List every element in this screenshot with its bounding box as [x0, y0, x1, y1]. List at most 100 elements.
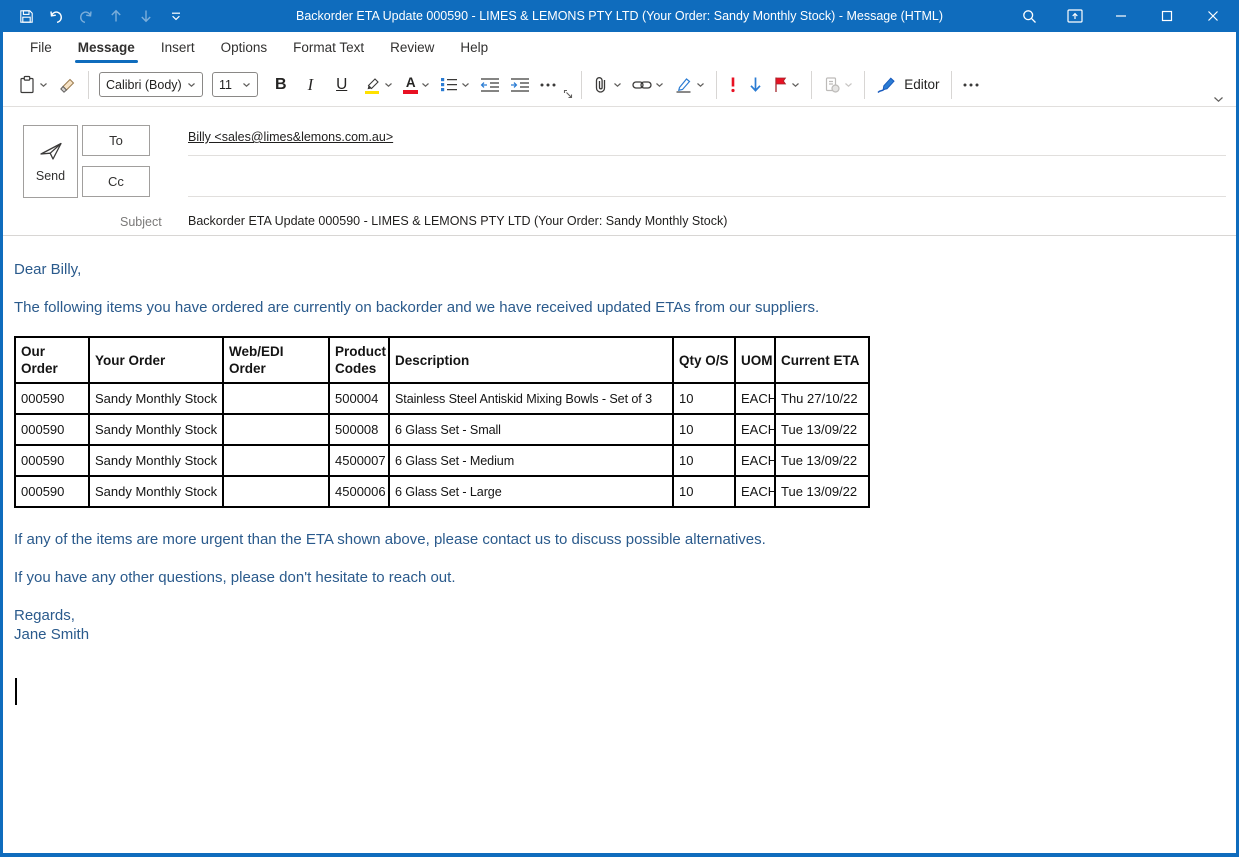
intro-text: The following items you have ordered are… [14, 298, 1225, 317]
save-icon [19, 9, 34, 24]
redo-button[interactable] [73, 3, 99, 29]
col-uom: UOM [735, 337, 775, 383]
window-controls [1006, 0, 1236, 32]
font-color-button[interactable]: A [398, 70, 435, 100]
chevron-down-icon [461, 82, 470, 88]
cc-button[interactable]: Cc [82, 166, 150, 197]
signature-text: Jane Smith [14, 625, 1225, 644]
attach-file-button[interactable] [588, 70, 627, 100]
cc-field[interactable] [188, 165, 1226, 197]
search-button[interactable] [1006, 0, 1052, 32]
highlight-icon [363, 76, 381, 94]
italic-button[interactable]: I [300, 70, 322, 100]
sensitivity-icon [823, 76, 841, 94]
urgent-note-text: If any of the items are more urgent than… [14, 530, 1225, 549]
increase-indent-button[interactable] [505, 70, 535, 100]
more-paragraph-icon [540, 83, 556, 87]
tab-format-text[interactable]: Format Text [280, 32, 377, 63]
cell-your-order: Sandy Monthly Stock [89, 383, 223, 414]
table-row: 000590 Sandy Monthly Stock 4500007 6 Gla… [15, 445, 869, 476]
follow-up-flag-icon [773, 76, 788, 93]
editor-button[interactable]: Editor [871, 70, 944, 100]
customize-quick-access-button[interactable] [163, 3, 189, 29]
minimize-icon [1115, 10, 1127, 22]
undo-icon [48, 9, 64, 24]
more-paragraph-options-button[interactable] [535, 70, 561, 100]
send-label: Send [36, 169, 65, 183]
cell-uom: EACH [735, 414, 775, 445]
tab-file[interactable]: File [17, 32, 65, 63]
cell-web-edi-order [223, 445, 329, 476]
text-highlight-button[interactable] [358, 70, 398, 100]
follow-up-flag-button[interactable] [768, 70, 805, 100]
move-up-icon [109, 9, 123, 23]
move-up-button[interactable] [103, 3, 129, 29]
high-importance-button[interactable] [723, 70, 743, 100]
format-painter-icon [58, 76, 77, 94]
move-down-button[interactable] [133, 3, 159, 29]
cell-uom: EACH [735, 445, 775, 476]
signoff-text: Regards, [14, 606, 1225, 625]
paste-button[interactable] [13, 70, 53, 100]
link-button[interactable] [627, 70, 669, 100]
subject-field[interactable]: Backorder ETA Update 000590 - LIMES & LE… [188, 214, 1226, 228]
cell-web-edi-order [223, 476, 329, 507]
table-header-row: Our Order Your Order Web/EDI Order Produ… [15, 337, 869, 383]
chevron-down-icon [421, 82, 430, 88]
bold-button[interactable]: B [270, 70, 292, 100]
ribbon-display-options-button[interactable] [1052, 0, 1098, 32]
signature-button[interactable] [669, 70, 710, 100]
tab-options[interactable]: Options [208, 32, 281, 63]
message-header: Send To Cc Billy <sales@limes&lemons.com… [3, 107, 1236, 236]
minimize-button[interactable] [1098, 0, 1144, 32]
cell-web-edi-order [223, 414, 329, 445]
redo-icon [78, 9, 94, 24]
collapse-ribbon-icon [1213, 96, 1224, 103]
to-field[interactable]: Billy <sales@limes&lemons.com.au> [188, 124, 1226, 156]
chevron-down-icon [242, 82, 251, 88]
font-name-combobox[interactable]: Calibri (Body) [99, 72, 203, 97]
tab-message[interactable]: Message [65, 32, 148, 63]
send-button[interactable]: Send [23, 125, 78, 198]
font-size-combobox[interactable]: 11 [212, 72, 258, 97]
save-button[interactable] [13, 3, 39, 29]
bullets-icon [440, 76, 458, 93]
collapse-ribbon-button[interactable] [1213, 96, 1224, 103]
low-importance-button[interactable] [743, 70, 768, 100]
toolbar-divider [88, 71, 89, 99]
underline-button[interactable]: U [329, 70, 354, 100]
format-painter-button[interactable] [53, 70, 82, 100]
chevron-down-icon [791, 82, 800, 88]
title-bar: Backorder ETA Update 000590 - LIMES & LE… [3, 0, 1236, 32]
dialog-launcher-button[interactable] [563, 89, 573, 99]
bullets-button[interactable] [435, 70, 475, 100]
cell-qty-os: 10 [673, 383, 735, 414]
bold-icon: B [275, 76, 287, 94]
message-body-editor[interactable]: Dear Billy, The following items you have… [3, 236, 1236, 820]
cell-description: 6 Glass Set - Small [389, 414, 673, 445]
to-button[interactable]: To [82, 125, 150, 156]
decrease-indent-button[interactable] [475, 70, 505, 100]
sensitivity-button[interactable] [818, 70, 858, 100]
cell-our-order: 000590 [15, 414, 89, 445]
undo-button[interactable] [43, 3, 69, 29]
table-row: 000590 Sandy Monthly Stock 500004 Stainl… [15, 383, 869, 414]
to-recipient[interactable]: Billy <sales@limes&lemons.com.au> [188, 130, 393, 144]
quick-access-toolbar [3, 3, 189, 29]
toolbar-divider [811, 71, 812, 99]
cell-description: 6 Glass Set - Large [389, 476, 673, 507]
text-cursor [15, 678, 17, 705]
chevron-down-icon [655, 82, 664, 88]
cell-current-eta: Tue 13/09/22 [775, 476, 869, 507]
subject-label: Subject [120, 215, 162, 229]
more-commands-button[interactable] [958, 70, 984, 100]
tab-review[interactable]: Review [377, 32, 447, 63]
tab-help[interactable]: Help [447, 32, 501, 63]
chevron-down-icon [39, 82, 48, 88]
chevron-down-icon [187, 82, 196, 88]
maximize-button[interactable] [1144, 0, 1190, 32]
col-description: Description [389, 337, 673, 383]
tab-insert[interactable]: Insert [148, 32, 208, 63]
close-button[interactable] [1190, 0, 1236, 32]
chevron-down-icon [384, 82, 393, 88]
